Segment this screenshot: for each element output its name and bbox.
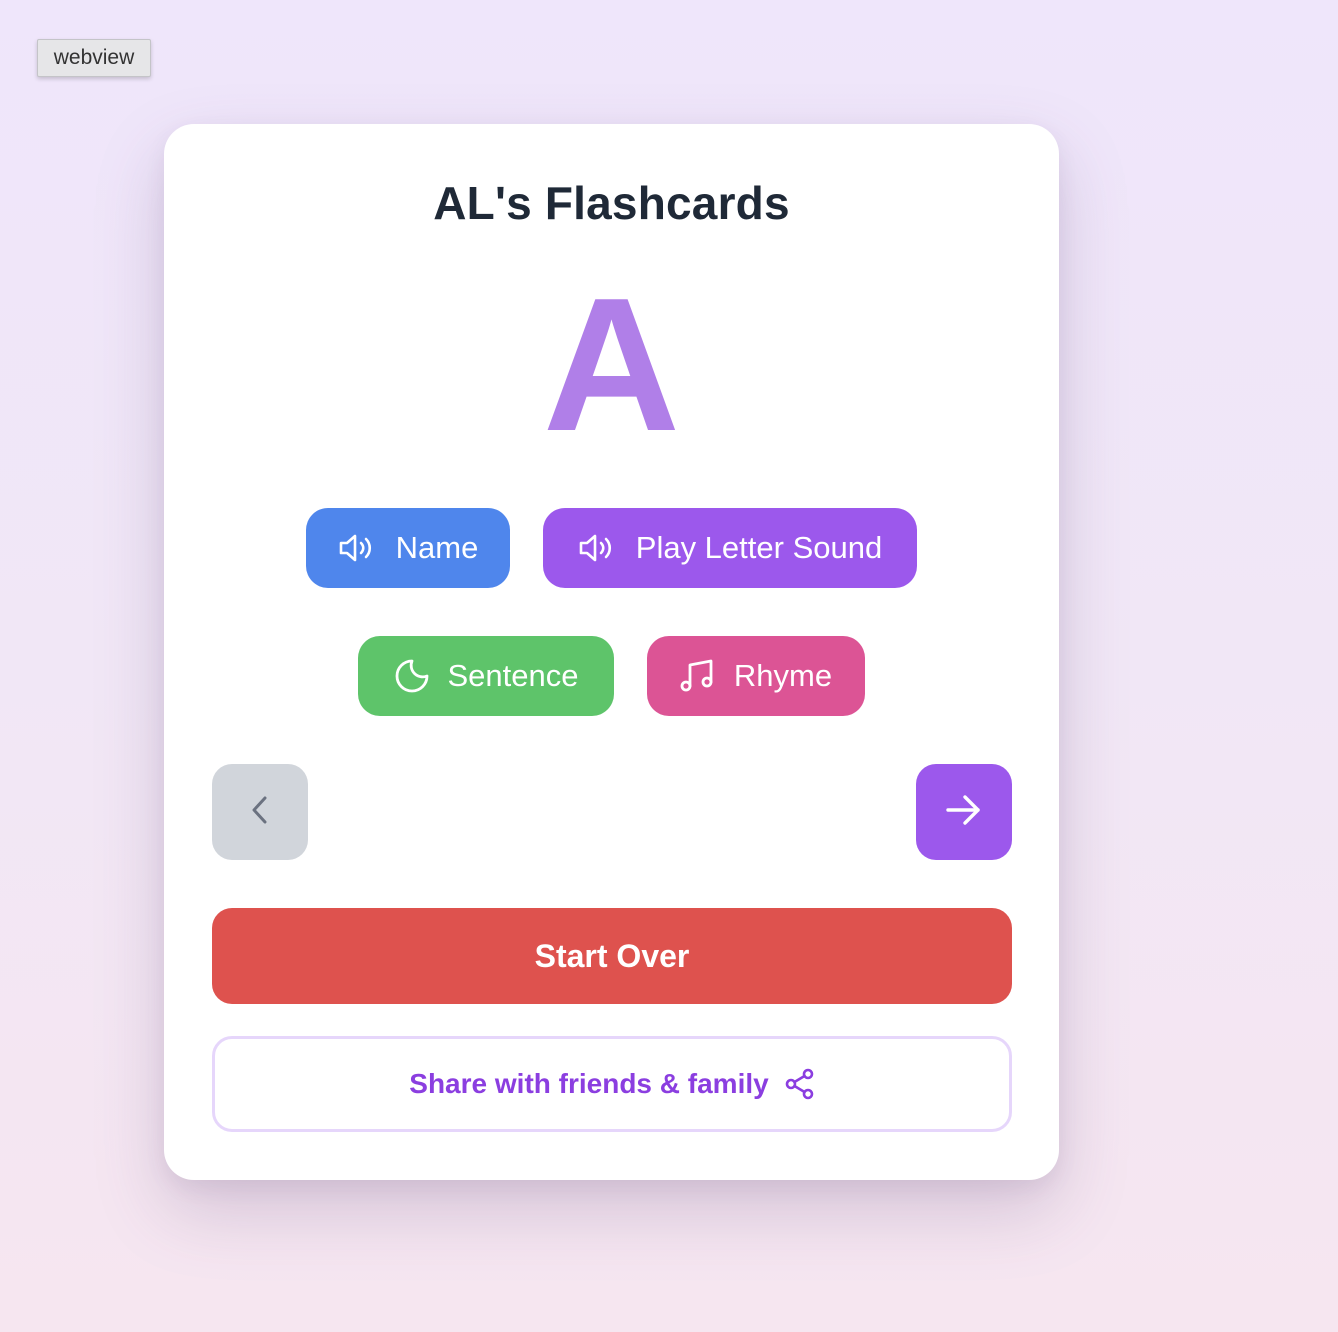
play-letter-sound-label: Play Letter Sound [635, 530, 883, 565]
previous-card-button[interactable] [212, 764, 308, 860]
music-note-icon [680, 658, 716, 694]
name-button[interactable]: Name [306, 508, 510, 588]
arrow-right-icon [944, 792, 984, 833]
rhyme-button[interactable]: Rhyme [647, 636, 865, 716]
start-over-label: Start Over [534, 937, 690, 974]
webview-label: webview [37, 39, 151, 77]
share-icon [785, 1068, 815, 1100]
share-button-label: Share with friends & family [409, 1068, 769, 1099]
play-letter-sound-button[interactable]: Play Letter Sound [543, 508, 917, 588]
next-card-button[interactable] [916, 764, 1012, 860]
page-title: AL's Flashcards [433, 177, 790, 229]
moon-icon [394, 658, 430, 694]
flashcard-panel: AL's Flashcards A Name Play Letter Sound [164, 124, 1059, 1180]
speaker-icon [578, 532, 618, 564]
speaker-icon [338, 532, 378, 564]
start-over-button[interactable]: Start Over [212, 908, 1012, 1004]
rhyme-button-label: Rhyme [733, 658, 833, 693]
sentence-button-label: Sentence [447, 658, 579, 693]
chevron-left-icon [246, 793, 274, 832]
flashcard-letter: A [542, 259, 681, 471]
share-button[interactable]: Share with friends & family [212, 1036, 1012, 1132]
name-button-label: Name [395, 530, 479, 565]
sentence-button[interactable]: Sentence [358, 636, 614, 716]
